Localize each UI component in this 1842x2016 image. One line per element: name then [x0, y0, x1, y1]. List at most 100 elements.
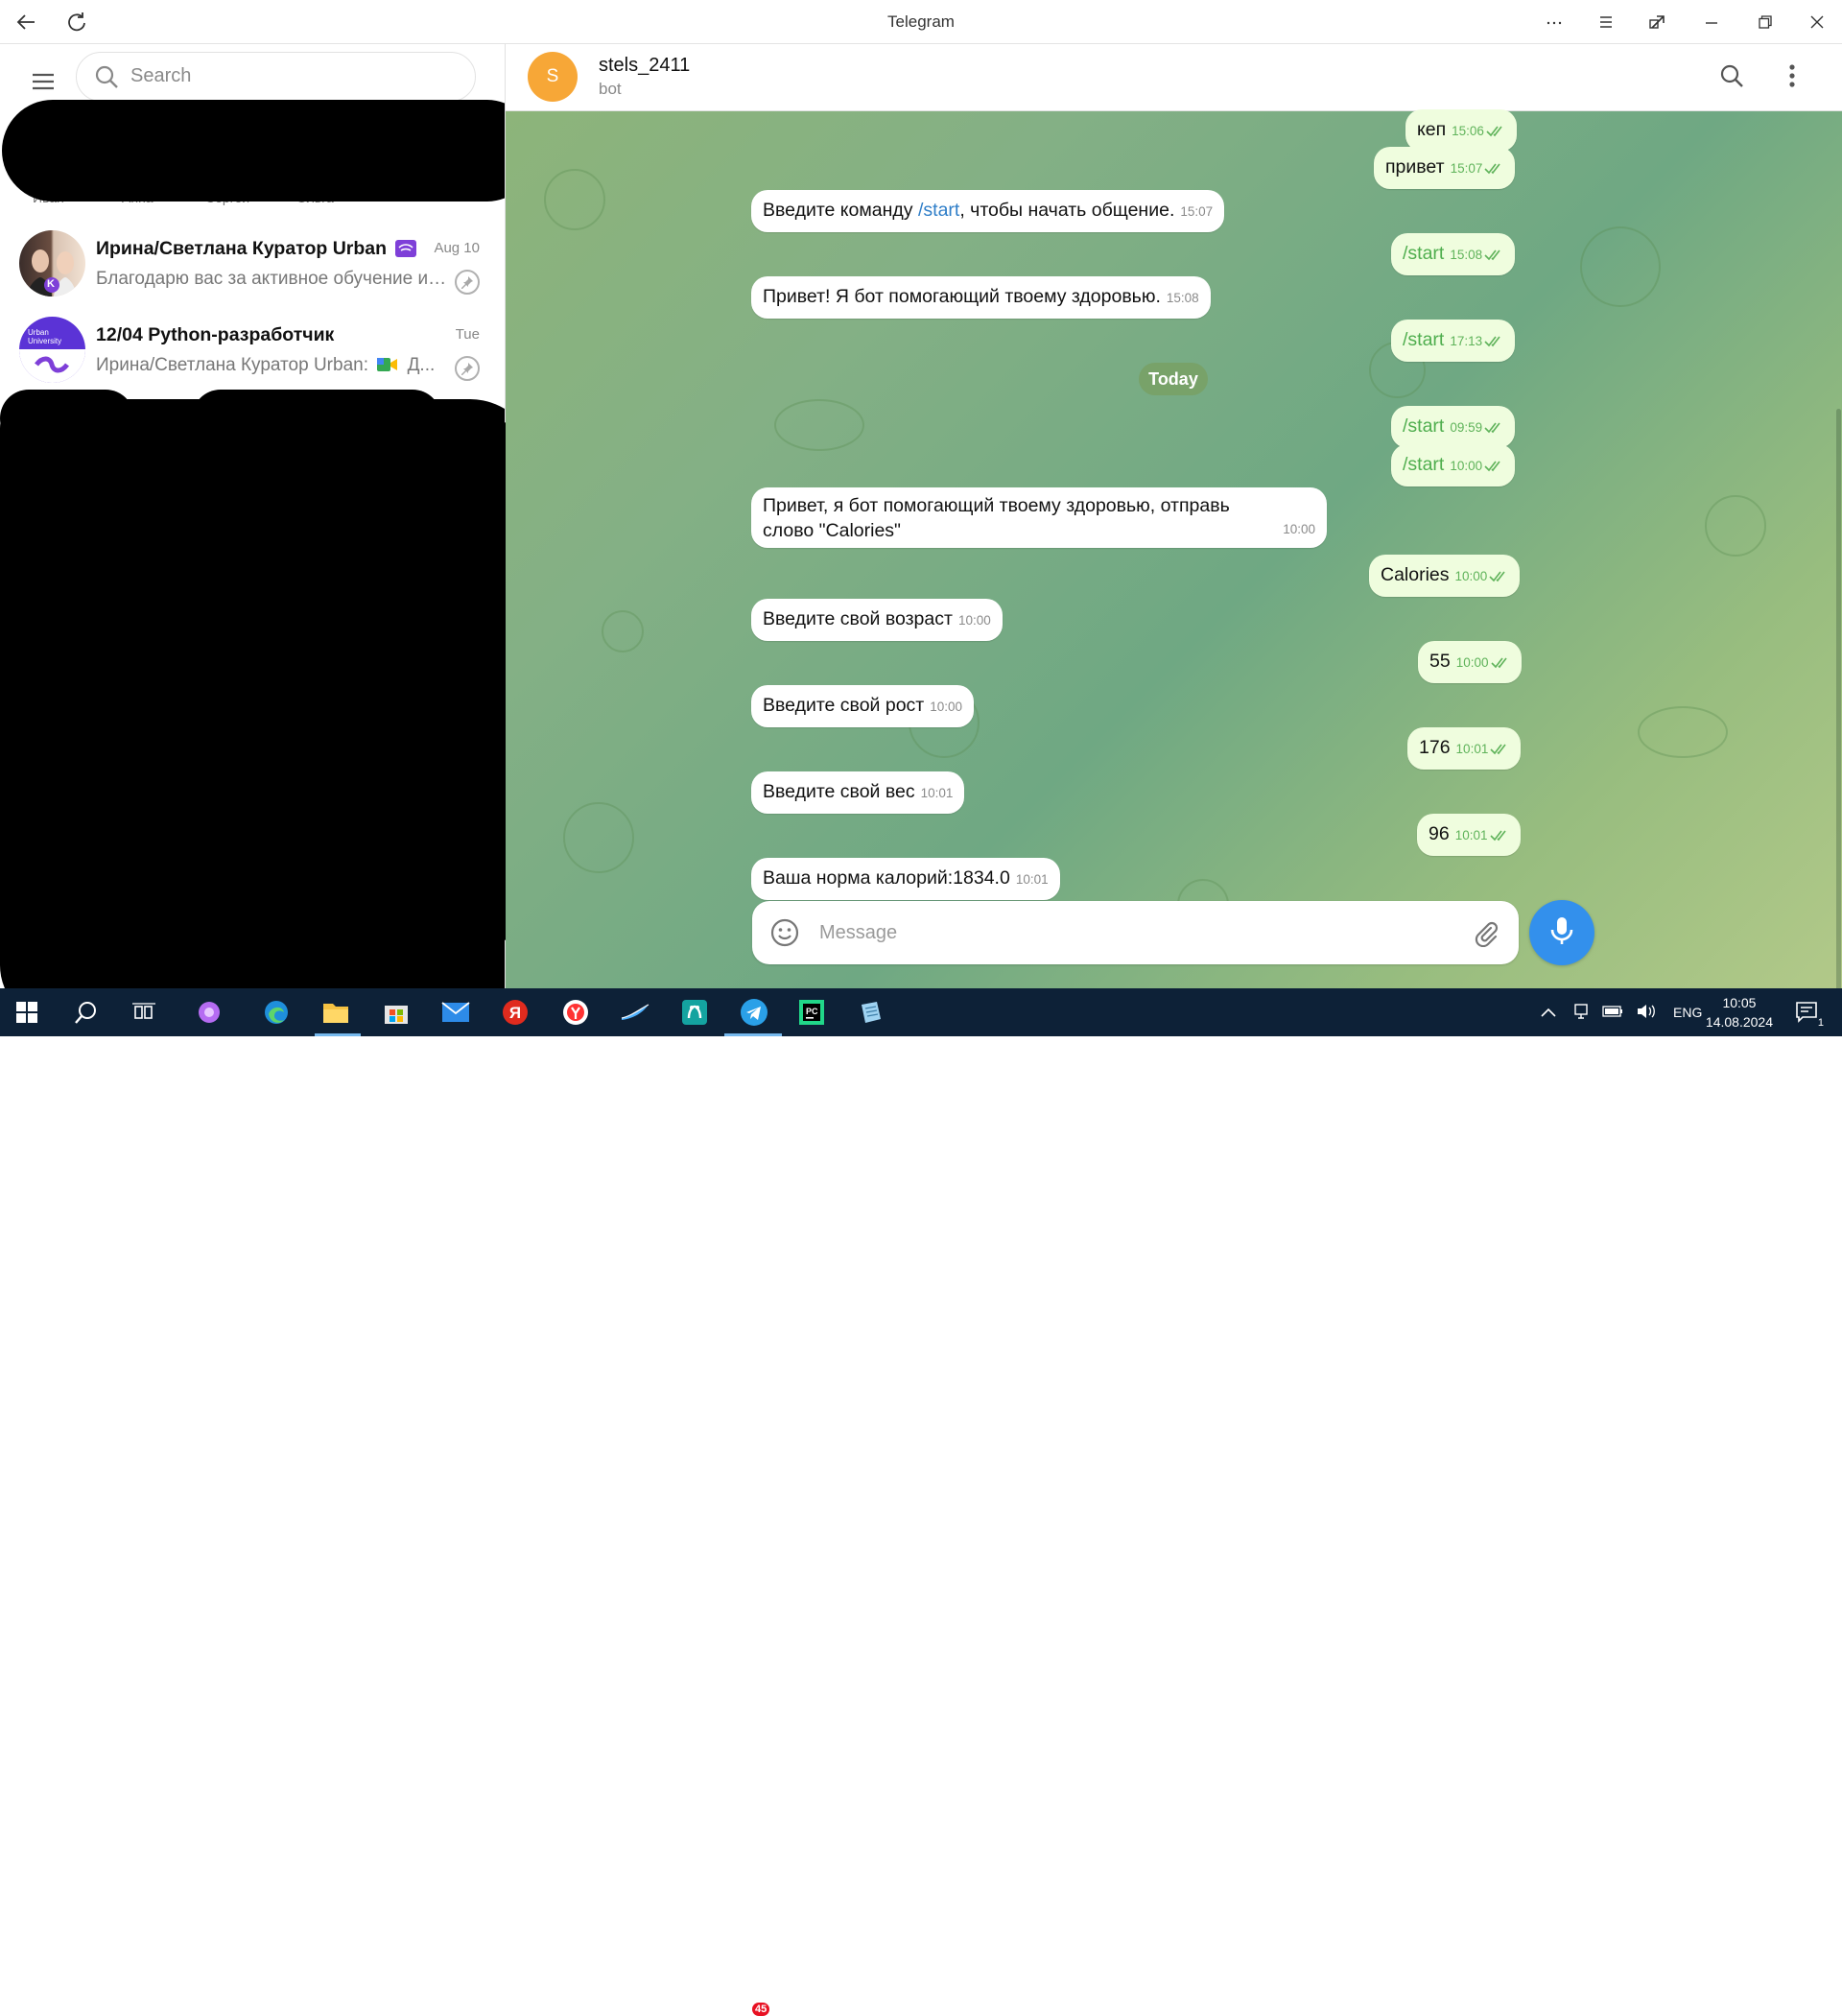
microphone-icon	[1548, 915, 1575, 951]
outgoing-message[interactable]: 55 10:00	[1418, 641, 1522, 683]
close-icon[interactable]	[1800, 8, 1834, 36]
outgoing-message[interactable]: /start 15:08	[1391, 233, 1516, 275]
outgoing-message[interactable]: /start 17:13	[1391, 320, 1516, 362]
message-text: Calories	[1381, 564, 1450, 585]
background-doodle	[1638, 706, 1728, 758]
background-doodle	[544, 169, 605, 230]
outgoing-message[interactable]: 96 10:01	[1417, 814, 1521, 856]
menu-lines-icon[interactable]	[1589, 8, 1623, 36]
message-text: привет	[1385, 156, 1445, 178]
svg-text:PC: PC	[806, 1007, 818, 1016]
message-time: 10:00	[1454, 569, 1488, 583]
more-dots-icon[interactable]	[1537, 8, 1571, 36]
paperclip-icon[interactable]	[1471, 918, 1500, 952]
search-field[interactable]	[76, 52, 476, 102]
outgoing-message[interactable]: привет 15:07	[1374, 147, 1516, 189]
message-time: 10:00	[1283, 522, 1315, 536]
chat-scrollbar[interactable]	[1836, 409, 1841, 988]
emoji-icon[interactable]	[769, 917, 800, 953]
outgoing-message[interactable]: 176 10:01	[1407, 727, 1522, 770]
battery-icon[interactable]	[1602, 1005, 1623, 1020]
microphone-button[interactable]	[1529, 900, 1594, 965]
notification-count: 1	[1817, 1017, 1824, 1029]
pycharm-icon[interactable]: PC	[792, 993, 831, 1032]
mail-icon[interactable]	[437, 993, 475, 1032]
back-arrow-icon[interactable]	[9, 8, 43, 36]
redaction-blob	[0, 390, 134, 447]
command-link[interactable]: /start	[918, 200, 959, 221]
incoming-message[interactable]: Привет, я бот помогающий твоему здоровью…	[751, 487, 1327, 548]
read-checkmarks-icon	[1484, 454, 1503, 479]
incoming-message[interactable]: Введите свой вес 10:01	[751, 771, 965, 814]
incoming-message[interactable]: Введите свой рост 10:00	[751, 685, 975, 727]
outgoing-message[interactable]: /start 09:59	[1391, 406, 1516, 448]
notepad-icon[interactable]	[852, 993, 890, 1032]
task-view-icon[interactable]	[125, 993, 163, 1032]
message-time: 09:59	[1450, 420, 1483, 435]
hamburger-menu-icon[interactable]	[25, 65, 61, 98]
search-input[interactable]	[129, 64, 459, 88]
edge-browser-icon[interactable]	[257, 993, 295, 1032]
cortana-icon[interactable]	[190, 993, 228, 1032]
search-icon	[94, 64, 119, 94]
file-explorer-icon[interactable]	[317, 993, 355, 1032]
chat-list-item[interactable]: Urban University 12/04 Python-разработчи…	[0, 305, 505, 391]
leopard-app-icon[interactable]	[675, 993, 714, 1032]
device-icon[interactable]	[1573, 1003, 1589, 1023]
system-clock[interactable]: 10:05 14.08.2024	[1706, 993, 1773, 1032]
message-time: 10:00	[1455, 655, 1489, 670]
chat-name: Ирина/Светлана Куратор Urban	[96, 238, 417, 263]
message-input[interactable]	[817, 921, 1445, 945]
read-checkmarks-icon	[1490, 651, 1510, 676]
video-call-icon	[377, 356, 398, 379]
telegram-web-icon[interactable]	[616, 993, 654, 1032]
chevron-up-icon[interactable]	[1541, 1005, 1556, 1020]
volume-icon[interactable]	[1637, 1004, 1656, 1022]
chat-date: Aug 10	[434, 240, 480, 256]
outgoing-message[interactable]: Calories 10:00	[1369, 555, 1521, 597]
more-vertical-icon[interactable]	[1788, 63, 1796, 93]
clock-time: 10:05	[1722, 995, 1757, 1010]
search-icon[interactable]	[67, 993, 106, 1032]
message-time: 15:06	[1452, 124, 1484, 138]
incoming-message[interactable]: Привет! Я бот помогающий твоему здоровью…	[751, 276, 1211, 319]
chat-background	[506, 111, 1842, 988]
incoming-message[interactable]: Ваша норма калорий:1834.0 10:01	[751, 858, 1060, 900]
message-time: 10:01	[1015, 872, 1049, 887]
restore-icon[interactable]	[1748, 8, 1783, 36]
incoming-message[interactable]: Введите команду /start, чтобы начать общ…	[751, 190, 1225, 232]
message-time: 10:01	[1455, 742, 1489, 756]
unread-badge: 45	[752, 2003, 770, 2016]
language-indicator[interactable]: ENG	[1673, 1005, 1702, 1020]
message-text: Ваша норма калорий:1834.0	[763, 867, 1010, 889]
incoming-message[interactable]: Введите свой возраст 10:00	[751, 599, 1003, 641]
outgoing-message[interactable]: /start 10:00	[1391, 444, 1516, 486]
message-time: 10:01	[1454, 828, 1488, 842]
outgoing-message[interactable]: кеп 15:06	[1405, 109, 1517, 152]
minimize-icon[interactable]	[1694, 8, 1729, 36]
chat-list-item[interactable]: K Ирина/Светлана Куратор Urban Aug 10 Бл…	[0, 219, 505, 305]
chat-title[interactable]: stels_2411	[599, 55, 690, 77]
emoji-badge-icon	[395, 240, 417, 263]
notification-center-icon[interactable]: 1	[1788, 993, 1827, 1032]
yandex-browser-icon[interactable]	[556, 993, 595, 1032]
message-composer	[752, 901, 1519, 964]
yandex-ya-icon[interactable]: Я	[496, 993, 534, 1032]
read-checkmarks-icon	[1489, 564, 1508, 589]
windows-start-icon[interactable]	[8, 993, 46, 1032]
message-text: Введите свой вес	[763, 781, 915, 802]
telegram-icon[interactable]	[735, 993, 773, 1032]
chat-avatar[interactable]: S	[528, 52, 578, 102]
microsoft-store-icon[interactable]	[377, 993, 415, 1032]
message-text: 176	[1419, 737, 1451, 758]
message-time: 10:00	[930, 700, 963, 714]
read-checkmarks-icon	[1484, 329, 1503, 354]
message-time: 10:01	[920, 786, 954, 800]
refresh-icon[interactable]	[59, 8, 94, 36]
extensions-icon[interactable]	[1641, 8, 1675, 36]
clock-date: 14.08.2024	[1705, 1014, 1773, 1030]
search-icon[interactable]	[1719, 63, 1744, 93]
read-checkmarks-icon	[1484, 415, 1503, 440]
background-doodle	[774, 399, 864, 451]
redaction-blob	[2, 100, 505, 202]
